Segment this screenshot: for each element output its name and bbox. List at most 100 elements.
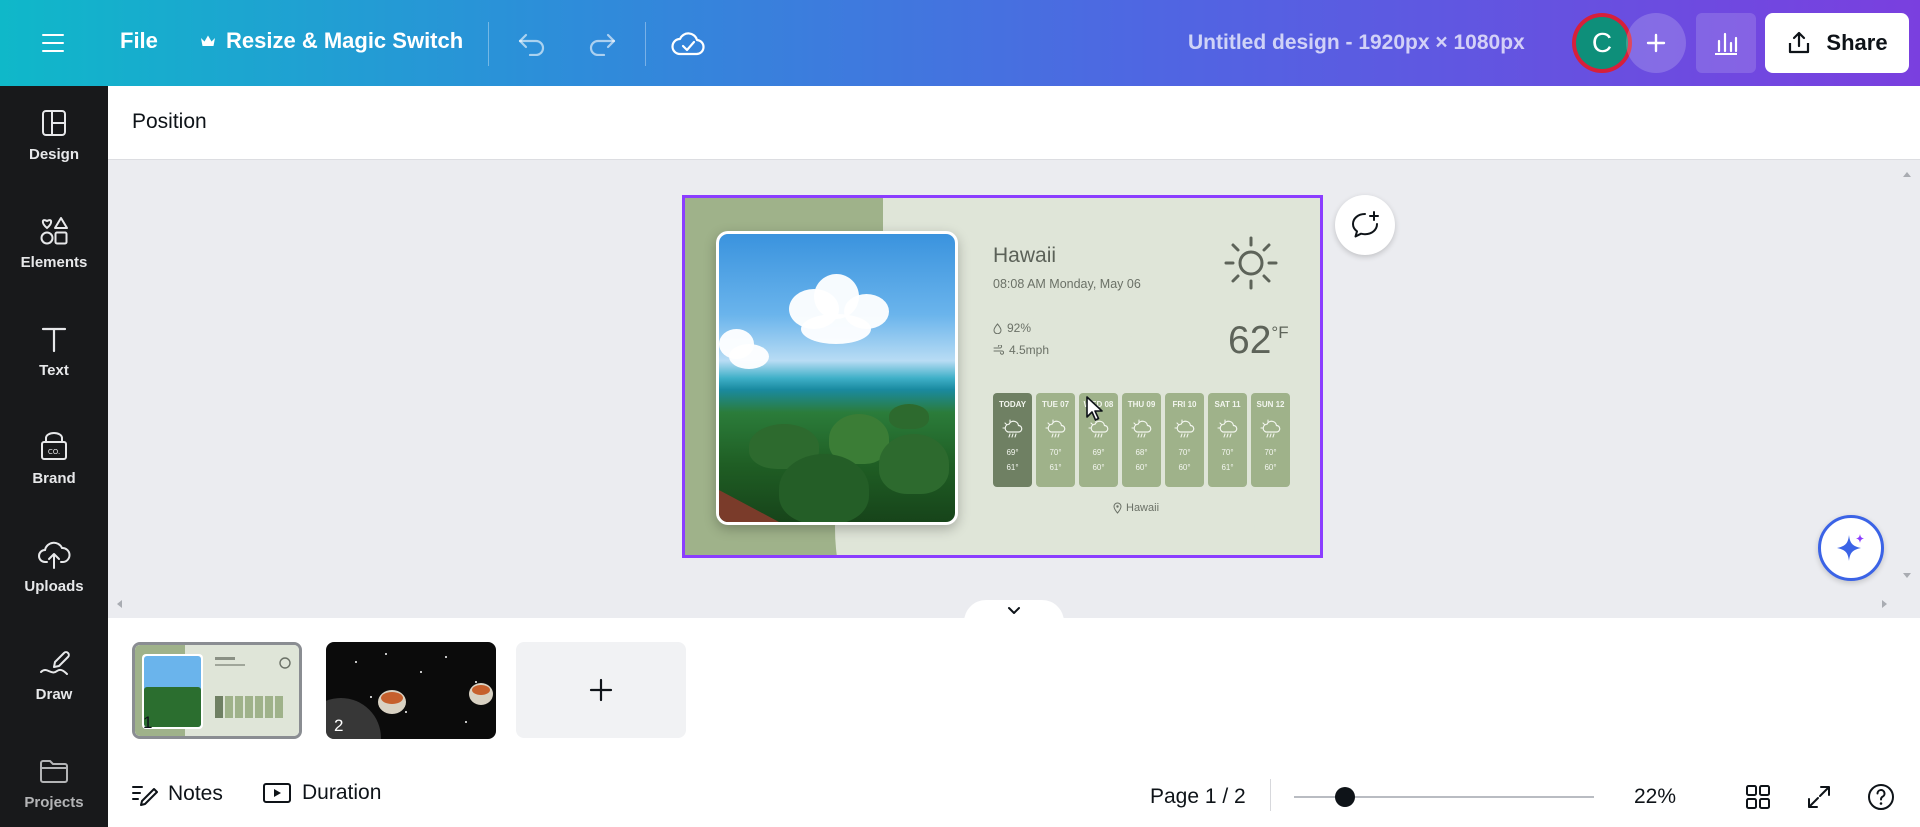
duration-button[interactable]: Duration [262,781,381,805]
rain-sun-icon [1216,419,1237,438]
help-button[interactable] [1863,779,1899,815]
forecast-day-name: TODAY [998,400,1027,409]
forecast-low: 60° [1178,463,1191,472]
share-upload-icon [1789,31,1810,54]
forecast-low: 60° [1092,463,1105,472]
fullscreen-button[interactable] [1801,779,1837,815]
sidebar-item-design[interactable]: Design [0,86,108,182]
wind-readout: 4.5mph [993,343,1049,357]
page-indicator[interactable]: Page 1 / 2 [1150,785,1246,809]
forecast-high: 69° [1092,448,1105,457]
roof-shape [719,490,779,522]
share-button[interactable]: Share [1765,13,1909,73]
location-label: Hawaii [1113,502,1159,514]
bottom-bar: Notes Duration Page 1 / 2 22% [108,761,1920,827]
plus-icon [589,678,613,702]
page-thumbnails-strip: 1 2 [108,618,1920,761]
file-menu-button[interactable]: File [120,28,158,54]
sidebar-item-draw[interactable]: Draw [0,626,108,722]
comment-add-icon [1352,211,1379,238]
invite-collaborator-button[interactable] [1626,13,1686,73]
grid-view-icon [1746,785,1770,809]
hawaii-photo-frame[interactable] [716,231,958,525]
forecast-high: 70° [1178,448,1191,457]
vertical-scrollbar[interactable] [1900,165,1914,585]
wind-value: 4.5mph [1009,343,1050,357]
resize-magic-switch-button[interactable]: Resize & Magic Switch [200,28,463,54]
svg-text:CO.: CO. [48,448,60,456]
user-avatar[interactable]: C [1572,13,1632,73]
wind-icon [993,345,1004,355]
rain-sun-icon [1001,419,1022,438]
forecast-low: 61° [1006,463,1019,472]
forecast-day: SAT 11 70° 61° [1208,393,1247,487]
notes-button[interactable]: Notes [130,781,223,807]
sidebar-item-elements[interactable]: Elements [0,194,108,290]
insights-button[interactable] [1696,13,1756,73]
notes-label: Notes [168,782,223,805]
avatar-initial: C [1576,17,1628,69]
sparkle-icon [1837,534,1864,561]
main-menu-button[interactable] [32,25,74,61]
forecast-day-name: TUE 07 [1041,400,1070,409]
save-status-button[interactable] [668,24,708,64]
forecast-low: 60° [1264,463,1277,472]
forecast-high: 70° [1221,448,1234,457]
add-comment-button[interactable] [1335,195,1395,255]
context-toolbar: Position [108,86,1920,160]
sidebar-item-label: Brand [32,469,76,487]
undo-button[interactable] [512,24,552,64]
sidebar-item-label: Design [28,145,79,163]
forecast-high: 70° [1264,448,1277,457]
crown-icon [201,35,215,46]
page-2-preview [326,642,496,739]
bar-chart-icon [1715,32,1738,55]
zoom-level[interactable]: 22% [1634,785,1676,809]
sidebar-item-uploads[interactable]: Uploads [0,518,108,614]
forecast-low: 61° [1049,463,1062,472]
page-thumbnail-2[interactable]: 2 [326,642,496,739]
fullscreen-expand-icon [1808,786,1830,808]
redo-button[interactable] [582,24,622,64]
rain-sun-icon [1130,419,1151,438]
design-title[interactable]: Untitled design - 1920px × 1080px [1188,31,1525,55]
forecast-day: SUN 12 70° 60° [1251,393,1290,487]
brand-icon: CO. [41,431,67,460]
top-bar: File Resize & Magic Switch Untitled desi… [0,0,1920,86]
forecast-day: TUE 07 70° 61° [1036,393,1075,487]
left-sidebar: Design Elements Text CO. Brand Uploads D… [0,86,108,827]
forecast-high: 69° [1006,448,1019,457]
sidebar-item-label: Draw [35,685,73,703]
sidebar-item-projects[interactable]: Projects [0,734,108,827]
page-thumbnail-1[interactable]: 1 [132,642,302,739]
page-number: 2 [334,716,344,735]
weather-city-title: Hawaii [993,244,1057,267]
temperature-unit: °F [1271,323,1289,342]
position-button[interactable]: Position [132,110,207,134]
forecast-day: TODAY 69° 61° [993,393,1032,487]
forecast-high: 68° [1135,448,1148,457]
forecast-day-name: SUN 12 [1256,400,1285,409]
help-question-icon [1868,784,1894,810]
humidity-value: 92% [1007,321,1032,335]
design-page-canvas[interactable]: Hawaii 08:08 AM Monday, May 06 92% 4.5mp… [682,195,1323,558]
zoom-slider-knob[interactable] [1335,787,1355,807]
magic-assistant-button[interactable] [1818,515,1884,581]
forecast-low: 60° [1135,463,1148,472]
toolbar-divider [488,22,489,66]
sidebar-item-text[interactable]: Text [0,302,108,398]
temperature-readout: 62°F [1228,319,1289,363]
rain-sun-icon [1044,419,1065,438]
droplet-icon [993,322,1002,334]
sidebar-item-brand[interactable]: CO. Brand [0,410,108,506]
forecast-day-name: THU 09 [1127,400,1156,409]
cloud-check-icon [671,32,705,56]
grid-view-button[interactable] [1740,779,1776,815]
redo-icon [589,33,616,56]
sidebar-item-label: Elements [20,253,88,271]
mouse-cursor-icon [1086,396,1103,421]
add-page-button[interactable] [516,642,686,738]
sidebar-item-label: Text [39,361,69,379]
hawaii-landscape-image [719,234,955,522]
toolbar-divider [645,22,646,66]
